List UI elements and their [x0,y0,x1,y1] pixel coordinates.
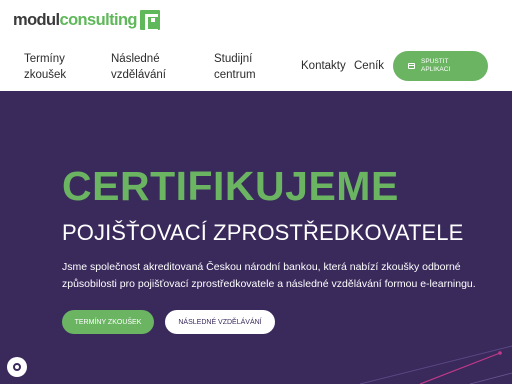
hero-subtitle: POJIŠŤOVACÍ ZPROSTŘEDKOVATELE [62,220,464,245]
logo-text-modul: modul [13,11,60,29]
nav-kontakty[interactable]: Kontakty [301,58,346,74]
launch-app-button[interactable]: Spustit aplikaci [393,51,488,81]
cookie-settings-icon [13,363,21,371]
launch-app-label: Spustit aplikaci [421,58,451,73]
hero-section: CERTIFIKUJEME POJIŠŤOVACÍ ZPROSTŘEDKOVAT… [0,91,512,384]
nav-studijni-centrum[interactable]: Studijní centrum [214,51,284,83]
decorative-line [469,372,512,384]
logo-c-icon [139,10,160,32]
app-window-icon [408,63,415,69]
logo-text-consulting: consulting [59,11,138,29]
nav-cenik[interactable]: Ceník [354,58,384,74]
logo[interactable]: modulconsulting [13,9,160,32]
terminy-zkousek-button[interactable]: Termíny zkoušek [62,310,154,334]
nav-nasledne-vzdelavani[interactable]: Následné vzdělávání [111,51,191,83]
nasledne-vzdelavani-button[interactable]: Následné vzdělávání [165,310,275,334]
nav-terminy-zkousek[interactable]: Termíny zkoušek [24,51,94,83]
site-header: modulconsulting Termíny zkoušek Následné… [0,0,512,91]
decorative-dot [498,351,502,355]
cookie-settings-button[interactable] [7,357,27,377]
hero-title: CERTIFIKUJEME [62,163,399,209]
logo-text: modulconsulting [13,9,138,31]
hero-description: Jsme společnost akreditovaná Českou náro… [62,261,476,290]
